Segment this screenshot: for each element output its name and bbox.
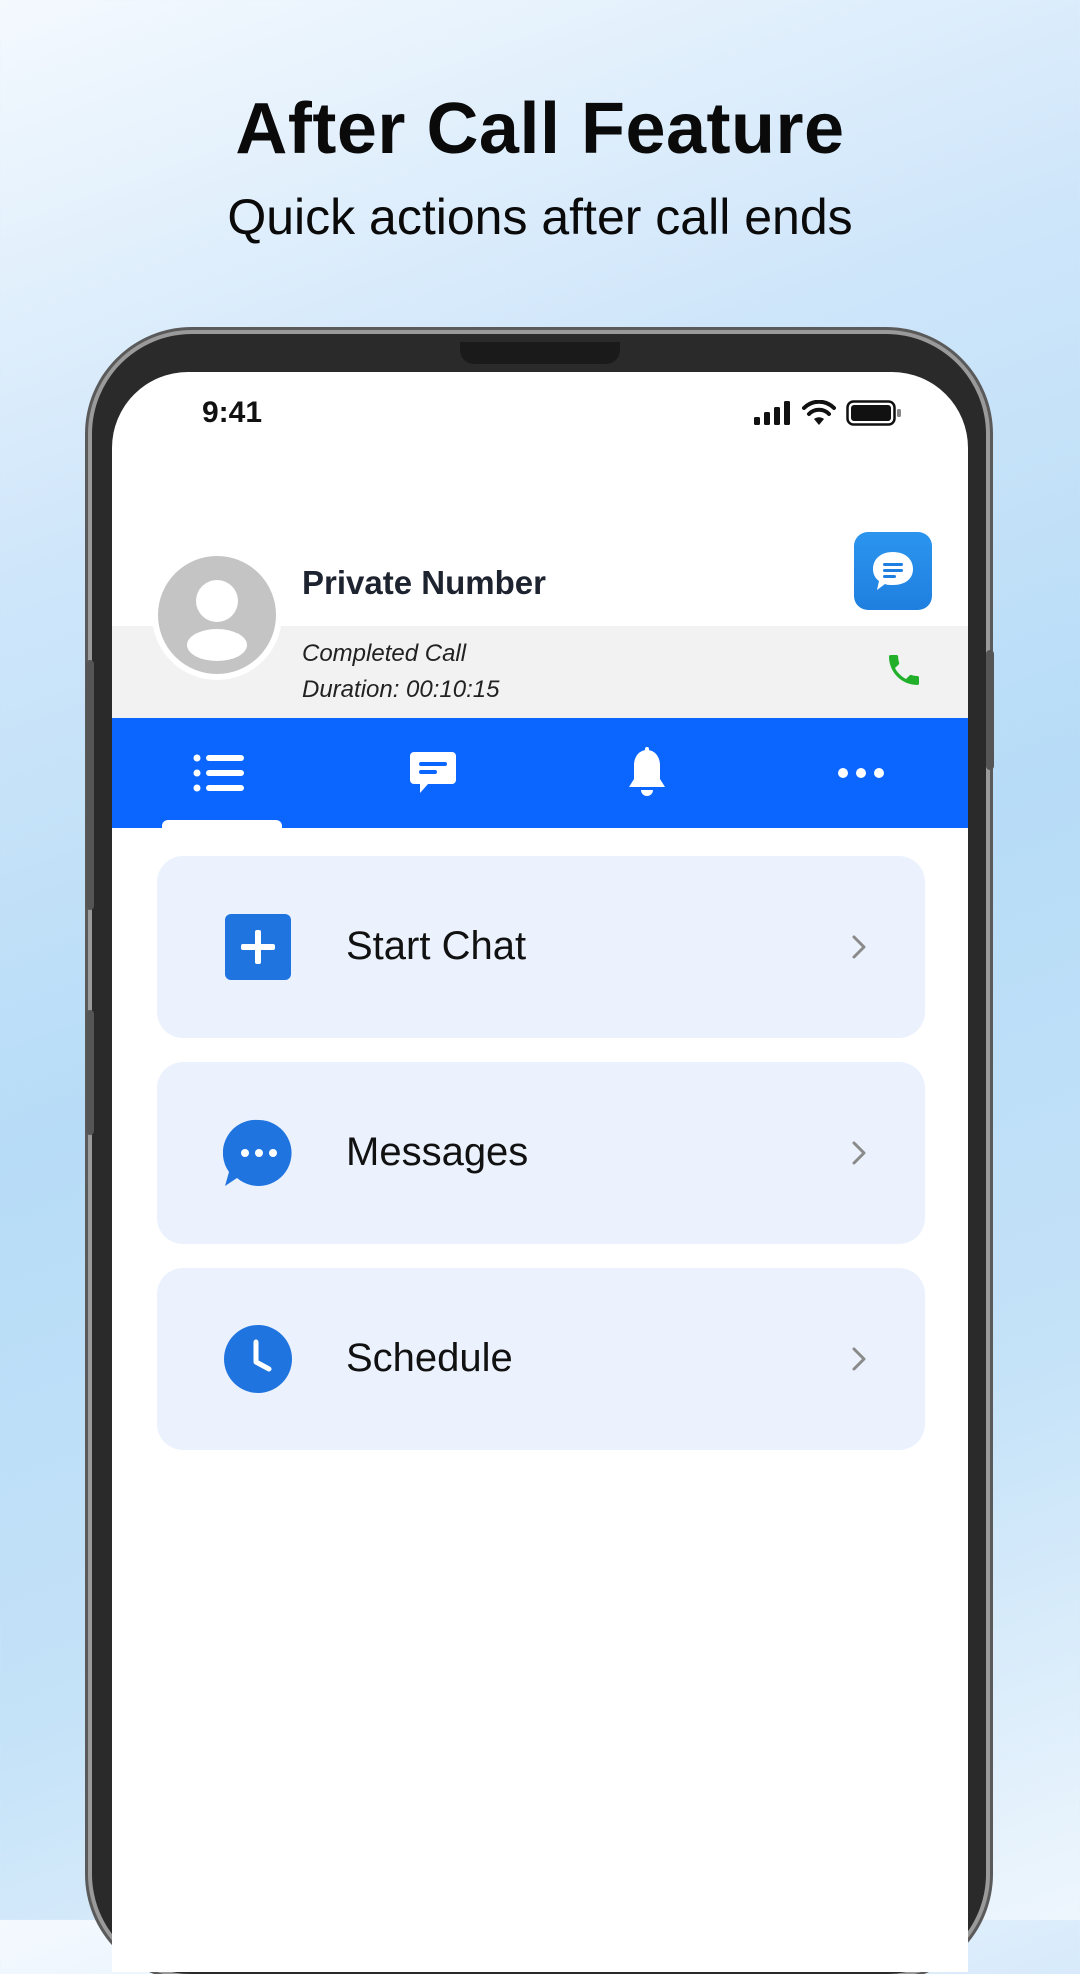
wifi-icon [802, 400, 836, 425]
more-icon [838, 768, 884, 778]
chevron-right-icon [852, 935, 866, 959]
tab-more[interactable] [754, 718, 968, 828]
chevron-right-icon [852, 1347, 866, 1371]
person-icon [187, 580, 247, 661]
phone-side-button [86, 660, 94, 910]
action-label: Schedule [346, 1336, 513, 1380]
chat-bubble-icon [223, 1119, 292, 1186]
call-status: Completed Call [302, 640, 467, 667]
tab-list[interactable] [112, 718, 326, 828]
action-start-chat[interactable]: Start Chat [157, 856, 925, 1038]
phone-call-icon[interactable] [884, 650, 924, 690]
promo-title: After Call Feature [235, 89, 845, 169]
bell-icon [629, 747, 665, 796]
chevron-right-icon [852, 1141, 866, 1165]
promo-subtitle: Quick actions after call ends [227, 189, 853, 245]
plus-icon [225, 914, 291, 980]
action-label: Start Chat [346, 924, 527, 968]
tab-messages[interactable] [326, 718, 540, 828]
clock-icon [224, 1325, 292, 1393]
call-duration: Duration: 00:10:15 [302, 676, 500, 703]
signal-icon [754, 401, 790, 425]
caller-avatar [152, 550, 282, 680]
chat-icon [410, 752, 456, 793]
battery-icon [846, 400, 901, 426]
list-icon [193, 754, 244, 792]
tab-bar [112, 718, 968, 828]
active-tab-indicator [162, 820, 282, 828]
phone-notch [460, 342, 620, 364]
action-messages[interactable]: Messages [157, 1062, 925, 1244]
phone-side-button [86, 1010, 94, 1135]
phone-side-button [986, 650, 994, 770]
action-label: Messages [346, 1130, 529, 1174]
phone-screen: 9:41 Completed Call Duration: 00:10:15 P… [112, 372, 968, 1972]
status-time: 9:41 [202, 396, 263, 429]
caller-name: Private Number [302, 564, 546, 601]
message-icon [873, 552, 913, 590]
tab-reminders[interactable] [540, 718, 754, 828]
action-schedule[interactable]: Schedule [157, 1268, 925, 1450]
status-icons [754, 400, 902, 426]
message-button[interactable] [854, 532, 932, 610]
